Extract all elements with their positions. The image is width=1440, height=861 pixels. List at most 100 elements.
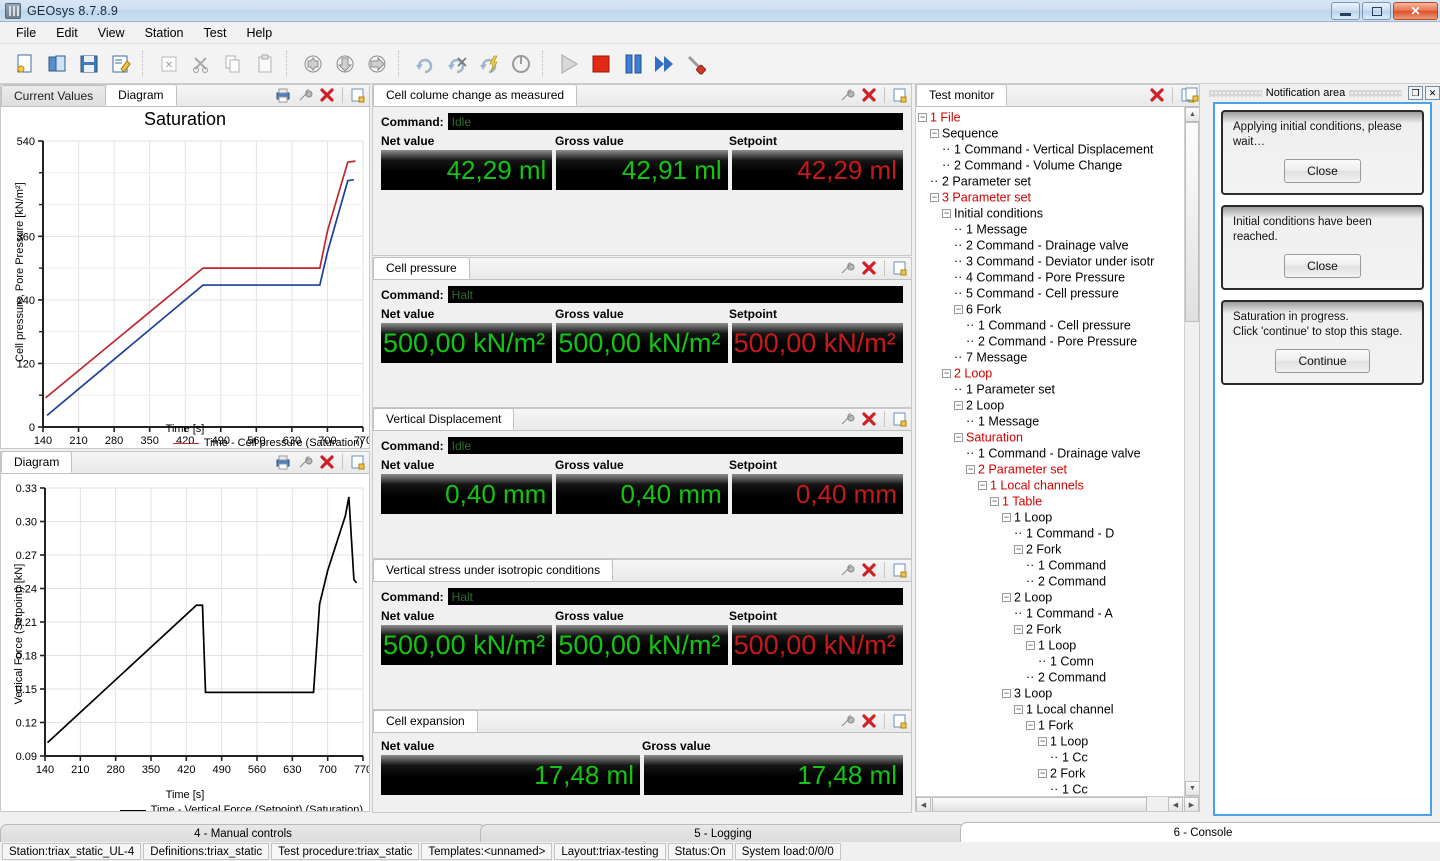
tab-0[interactable]: Cell colume change as measured — [373, 84, 578, 106]
tree-node[interactable]: ·· 4 Command - Pore Pressure — [918, 269, 1183, 285]
close-x-icon[interactable] — [860, 259, 878, 277]
drag-grip[interactable] — [1349, 89, 1402, 97]
tab-current-values[interactable]: Current Values — [1, 85, 107, 106]
tree-expander[interactable]: − — [930, 129, 939, 139]
new-document-icon[interactable] — [10, 49, 40, 79]
tree-expander[interactable]: − — [1014, 625, 1023, 635]
tree-node[interactable]: ·· 3 Command - Deviator under isotr — [918, 253, 1183, 269]
tab-1[interactable]: Cell pressure — [373, 257, 470, 279]
tree-node[interactable]: −1 Table — [918, 493, 1183, 509]
tree-expander[interactable]: − — [1002, 513, 1011, 523]
tree-node[interactable]: −3 Parameter set — [918, 189, 1183, 205]
export-icon[interactable] — [891, 86, 909, 104]
bottom-tab-console[interactable]: 6 - Console — [960, 822, 1440, 842]
delete-x-icon[interactable]: ✕ — [154, 49, 184, 79]
notification-action-button[interactable]: Close — [1284, 159, 1361, 183]
tree-node[interactable]: ·· 2 Command - Drainage valve — [918, 237, 1183, 253]
tree-node[interactable]: −1 Local channel — [918, 701, 1183, 717]
scroll-left-button[interactable]: ◀ — [916, 797, 931, 811]
tree-expander[interactable]: − — [1014, 545, 1023, 555]
tree-expander[interactable]: − — [1026, 641, 1035, 651]
tree-node[interactable]: ·· 2 Command — [918, 573, 1183, 589]
tree-node[interactable]: ·· 2 Command - Volume Change — [918, 157, 1183, 173]
tree-node[interactable]: ·· 2 Command - Pore Pressure — [918, 333, 1183, 349]
tree-node[interactable]: ·· 1 Command - D — [918, 525, 1183, 541]
tree-node[interactable]: ·· 1 Command - Cell pressure — [918, 317, 1183, 333]
tree-expander[interactable]: − — [942, 369, 951, 379]
tree-node[interactable]: ·· 5 Command - Cell pressure — [918, 285, 1183, 301]
wrench-icon[interactable] — [838, 712, 856, 730]
tree-expander[interactable]: − — [1002, 593, 1011, 603]
wrench-icon[interactable] — [838, 410, 856, 428]
tree-node[interactable]: −2 Fork — [918, 541, 1183, 557]
redo-flash-icon[interactable] — [474, 49, 504, 79]
tree-node[interactable]: −2 Parameter set — [918, 461, 1183, 477]
tab-3[interactable]: Vertical stress under isotropic conditio… — [373, 559, 614, 581]
tree-node[interactable]: ·· 1 Command - A — [918, 605, 1183, 621]
minimize-button[interactable] — [1331, 2, 1360, 20]
tree-expander[interactable]: − — [954, 401, 963, 411]
tree-horizontal-scrollbar[interactable]: ◀ ◀ ▶ — [916, 796, 1199, 811]
play-run-icon[interactable] — [554, 49, 584, 79]
tab-test-monitor[interactable]: Test monitor — [916, 84, 1008, 106]
export-icon[interactable] — [891, 712, 909, 730]
close-x-icon[interactable] — [860, 86, 878, 104]
vertical-scroll-thumb[interactable] — [1185, 122, 1199, 322]
cut-scissors-icon[interactable] — [186, 49, 216, 79]
close-x-icon[interactable] — [860, 561, 878, 579]
tree-node[interactable]: ·· 1 Comn — [918, 653, 1183, 669]
insert-below-icon[interactable] — [330, 49, 360, 79]
horizontal-scroll-thumb[interactable] — [932, 797, 1147, 811]
copy-pages-icon[interactable] — [218, 49, 248, 79]
menu-item-file[interactable]: File — [6, 23, 46, 43]
maximize-button[interactable] — [1362, 2, 1391, 20]
export-icon[interactable] — [891, 259, 909, 277]
tree-node[interactable]: ·· 1 Command - Drainage valve — [918, 445, 1183, 461]
export-icon[interactable] — [349, 453, 367, 471]
close-x-icon[interactable] — [318, 86, 336, 104]
tree-node[interactable]: −2 Loop — [918, 397, 1183, 413]
tree-node[interactable]: −2 Loop — [918, 365, 1183, 381]
wrench-icon[interactable] — [838, 259, 856, 277]
bottom-tab-manual-controls[interactable]: 4 - Manual controls — [0, 824, 486, 842]
wrench-icon[interactable] — [838, 561, 856, 579]
tab-diagram-2[interactable]: Diagram — [1, 451, 73, 473]
tree-expander[interactable]: − — [1026, 721, 1035, 731]
save-disk-icon[interactable] — [74, 49, 104, 79]
notification-action-button[interactable]: Continue — [1275, 349, 1370, 373]
paste-clipboard-icon[interactable] — [250, 49, 280, 79]
tree-node[interactable]: ·· 2 Parameter set — [918, 173, 1183, 189]
tree-node[interactable]: −1 Loop — [918, 733, 1183, 749]
stop-square-icon[interactable] — [586, 49, 616, 79]
wrench-icon[interactable] — [296, 86, 314, 104]
close-x-icon[interactable] — [318, 453, 336, 471]
wrench-icon[interactable] — [296, 453, 314, 471]
tree-node[interactable]: ·· 1 Message — [918, 221, 1183, 237]
tab-4[interactable]: Cell expansion — [373, 710, 478, 732]
export-icon[interactable] — [891, 561, 909, 579]
insert-right-icon[interactable] — [362, 49, 392, 79]
tree-node[interactable]: ·· 2 Command — [918, 669, 1183, 685]
tree-node[interactable]: −1 Local channels — [918, 477, 1183, 493]
tree-node[interactable]: −1 Loop — [918, 637, 1183, 653]
export-icon[interactable] — [349, 86, 367, 104]
edit-document-icon[interactable] — [106, 49, 136, 79]
open-folder-icon[interactable] — [42, 49, 72, 79]
notification-close-button[interactable]: ✕ — [1425, 86, 1440, 100]
tree-node[interactable]: −1 File — [918, 109, 1183, 125]
tree-vertical-scrollbar[interactable]: ▲ ▼ — [1184, 107, 1199, 796]
tree-expander[interactable]: − — [966, 465, 975, 475]
tree-expander[interactable]: − — [1038, 737, 1047, 747]
close-x-icon[interactable] — [1148, 86, 1166, 104]
tree-expander[interactable]: − — [942, 209, 951, 219]
tree-node[interactable]: −2 Loop — [918, 589, 1183, 605]
bottom-tab-logging[interactable]: 5 - Logging — [480, 824, 966, 842]
notification-restore-button[interactable]: ❐ — [1408, 86, 1423, 100]
tree-node[interactable]: ·· 1 Cc — [918, 781, 1183, 797]
close-x-icon[interactable] — [860, 712, 878, 730]
tree-node[interactable]: −2 Fork — [918, 765, 1183, 781]
scroll-left-button-2[interactable]: ◀ — [1168, 797, 1183, 811]
dock-export-icon[interactable] — [1184, 86, 1202, 104]
tree-node[interactable]: −3 Loop — [918, 685, 1183, 701]
tree-node[interactable]: ·· 7 Message — [918, 349, 1183, 365]
